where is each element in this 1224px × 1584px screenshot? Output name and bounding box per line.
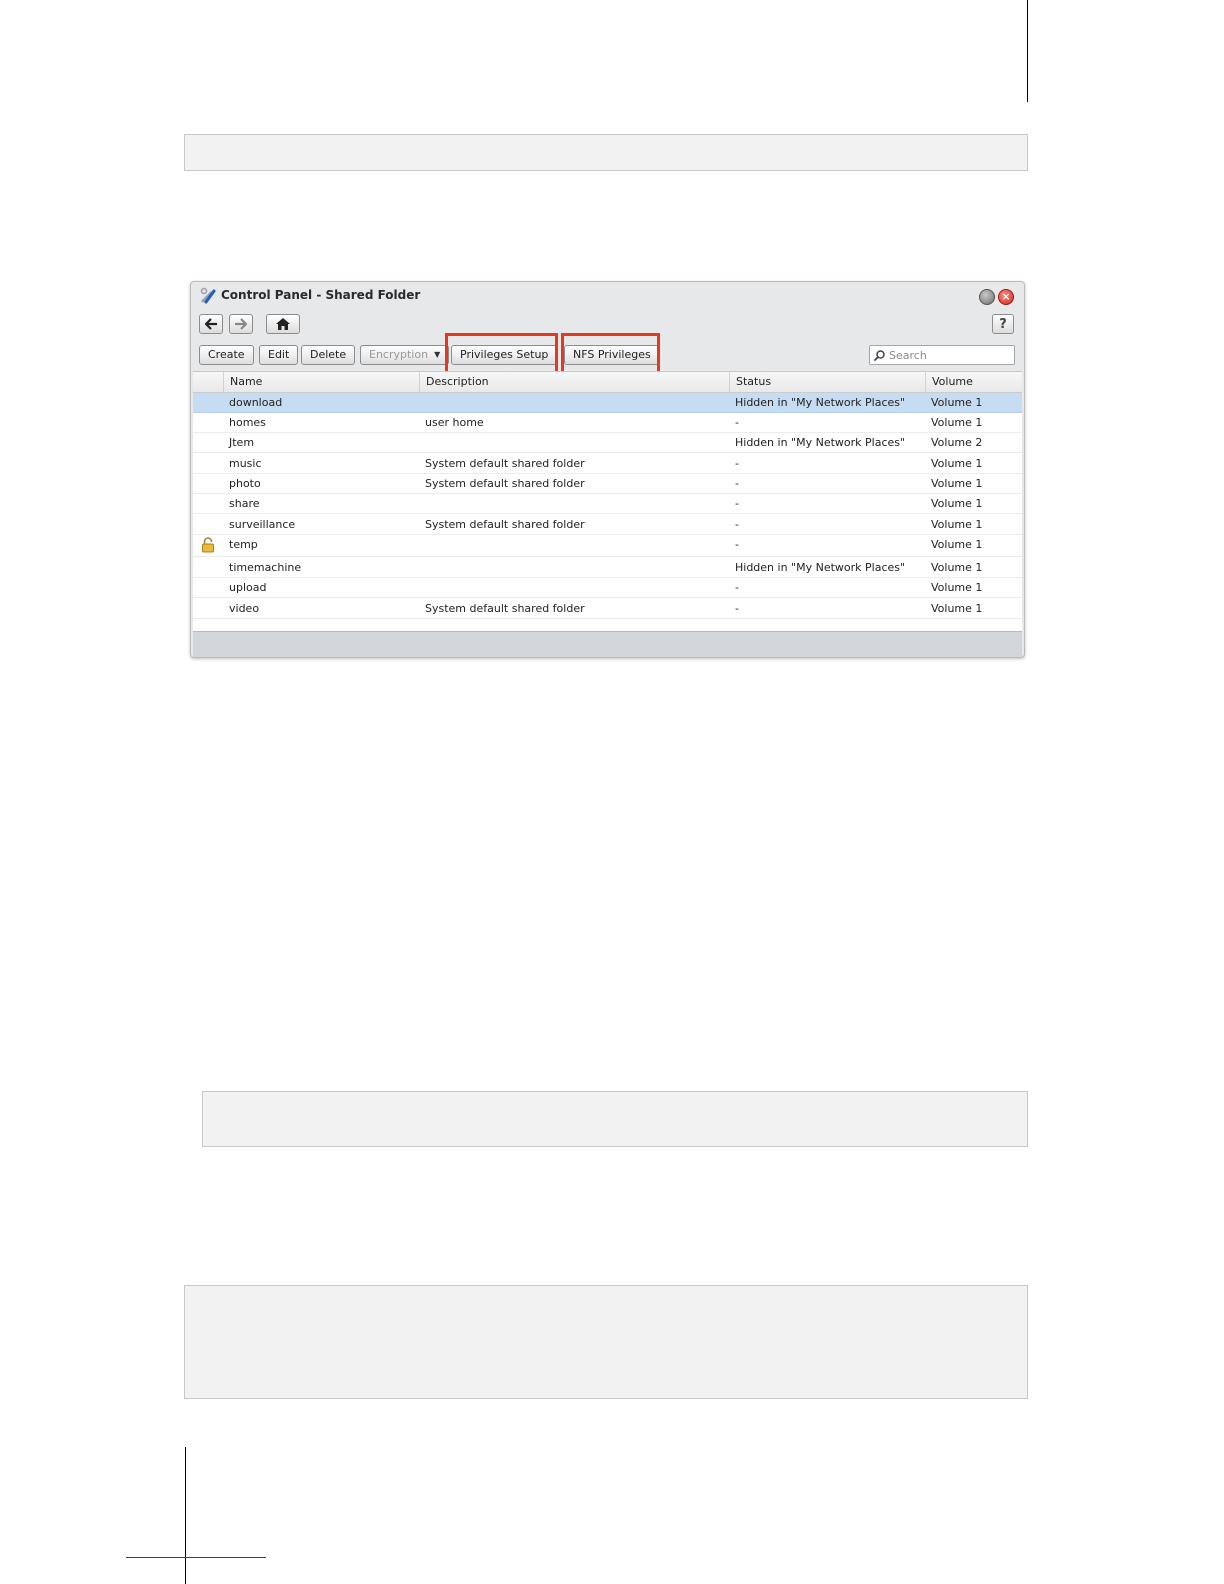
- cell-status: -: [735, 602, 739, 615]
- table-row[interactable]: surveillance System default shared folde…: [193, 515, 1022, 535]
- note-box-middle: [202, 1091, 1028, 1147]
- cell-status: -: [735, 518, 739, 531]
- encryption-label: Encryption: [369, 348, 429, 361]
- note-box-bottom: [184, 1285, 1028, 1399]
- title-bar[interactable]: Control Panel - Shared Folder ×: [191, 282, 1024, 310]
- caret-down-icon: ▼: [434, 350, 441, 359]
- close-icon: ×: [1001, 290, 1011, 303]
- arrow-left-icon: [204, 318, 217, 330]
- table-row[interactable]: download Hidden in "My Network Places" V…: [193, 393, 1022, 413]
- cell-status: -: [735, 581, 739, 594]
- search-icon: [874, 349, 885, 361]
- cell-volume: Volume 1: [931, 518, 983, 531]
- cell-name: homes: [229, 416, 266, 429]
- cell-description: [419, 578, 425, 598]
- note-box-top: [184, 134, 1028, 171]
- minimize-button[interactable]: [979, 289, 995, 305]
- search-box[interactable]: [869, 345, 1015, 365]
- table-row[interactable]: Jtem Hidden in "My Network Places" Volum…: [193, 433, 1022, 453]
- cell-name: temp: [229, 538, 258, 551]
- cell-volume: Volume 1: [931, 602, 983, 615]
- cell-volume: Volume 1: [931, 457, 983, 470]
- home-icon: [276, 318, 290, 330]
- table-row[interactable]: timemachine Hidden in "My Network Places…: [193, 558, 1022, 578]
- column-header-name[interactable]: Name: [223, 372, 419, 392]
- highlight-box-privileges-setup: [445, 333, 558, 375]
- page-margin-line-bottom: [185, 1447, 186, 1584]
- cell-status: -: [735, 497, 739, 510]
- cell-volume: Volume 1: [931, 416, 983, 429]
- cell-name: download: [229, 396, 283, 409]
- cell-description: System default shared folder: [425, 477, 585, 490]
- cell-status: -: [735, 538, 739, 551]
- help-icon: ?: [999, 316, 1007, 332]
- shared-folder-grid: Name Description Status Volume download …: [193, 371, 1022, 631]
- toolbar: Create Edit Delete Encryption ▼ Privilege…: [191, 333, 1024, 375]
- cell-volume: Volume 1: [931, 396, 983, 409]
- table-row[interactable]: temp - Volume 1: [193, 535, 1022, 557]
- home-button[interactable]: [266, 314, 300, 334]
- cell-status: Hidden in "My Network Places": [735, 396, 906, 409]
- cell-description: user home: [425, 416, 484, 429]
- column-header-icon: [193, 372, 223, 392]
- close-button[interactable]: ×: [998, 289, 1014, 305]
- table-row[interactable]: upload - Volume 1: [193, 578, 1022, 598]
- cell-status: Hidden in "My Network Places": [735, 436, 906, 449]
- cell-volume: Volume 1: [931, 538, 983, 551]
- forward-button[interactable]: [229, 314, 253, 334]
- grid-header: Name Description Status Volume: [193, 372, 1022, 393]
- window-title: Control Panel - Shared Folder: [221, 288, 421, 302]
- edit-button[interactable]: Edit: [259, 345, 299, 365]
- cell-volume: Volume 1: [931, 561, 983, 574]
- cell-description: [419, 433, 425, 453]
- arrow-right-icon: [235, 318, 248, 330]
- control-panel-icon: [200, 287, 216, 304]
- column-header-status[interactable]: Status: [729, 372, 925, 392]
- cell-description: [419, 393, 425, 413]
- footer-rule: [126, 1557, 266, 1558]
- delete-button[interactable]: Delete: [301, 345, 356, 365]
- lock-icon: [202, 537, 214, 553]
- cell-description: System default shared folder: [425, 518, 585, 531]
- cell-volume: Volume 1: [931, 581, 983, 594]
- column-header-description[interactable]: Description: [419, 372, 729, 392]
- encryption-dropdown-button[interactable]: Encryption ▼: [360, 345, 450, 365]
- back-button[interactable]: [199, 314, 223, 334]
- cell-name: Jtem: [229, 436, 255, 449]
- table-row[interactable]: share - Volume 1: [193, 494, 1022, 514]
- search-input[interactable]: [889, 348, 1007, 362]
- cell-description: [419, 535, 425, 555]
- cell-status: -: [735, 416, 739, 429]
- status-bar: [193, 631, 1022, 657]
- help-button[interactable]: ?: [992, 314, 1014, 334]
- cell-volume: Volume 1: [931, 477, 983, 490]
- cell-name: surveillance: [229, 518, 296, 531]
- cell-name: upload: [229, 581, 267, 594]
- cell-name: photo: [229, 477, 261, 490]
- table-row[interactable]: video System default shared folder - Vol…: [193, 599, 1022, 619]
- cell-volume: Volume 2: [931, 436, 983, 449]
- cell-status: -: [735, 477, 739, 490]
- create-button[interactable]: Create: [199, 345, 254, 365]
- table-row[interactable]: music System default shared folder - Vol…: [193, 454, 1022, 474]
- cell-name: music: [229, 457, 262, 470]
- cell-status: Hidden in "My Network Places": [735, 561, 906, 574]
- table-row[interactable]: photo System default shared folder - Vol…: [193, 474, 1022, 494]
- control-panel-window: Control Panel - Shared Folder × ? Create…: [190, 281, 1025, 658]
- highlight-box-nfs-privileges: [561, 333, 660, 375]
- cell-name: timemachine: [229, 561, 302, 574]
- cell-description: System default shared folder: [425, 602, 585, 615]
- column-header-volume[interactable]: Volume: [925, 372, 1022, 392]
- cell-name: video: [229, 602, 260, 615]
- cell-status: -: [735, 457, 739, 470]
- cell-description: [419, 558, 425, 578]
- table-row[interactable]: homes user home - Volume 1: [193, 413, 1022, 433]
- cell-volume: Volume 1: [931, 497, 983, 510]
- cell-description: [419, 494, 425, 514]
- cell-name: share: [229, 497, 260, 510]
- page-margin-line-top: [1027, 0, 1028, 102]
- cell-description: System default shared folder: [425, 457, 585, 470]
